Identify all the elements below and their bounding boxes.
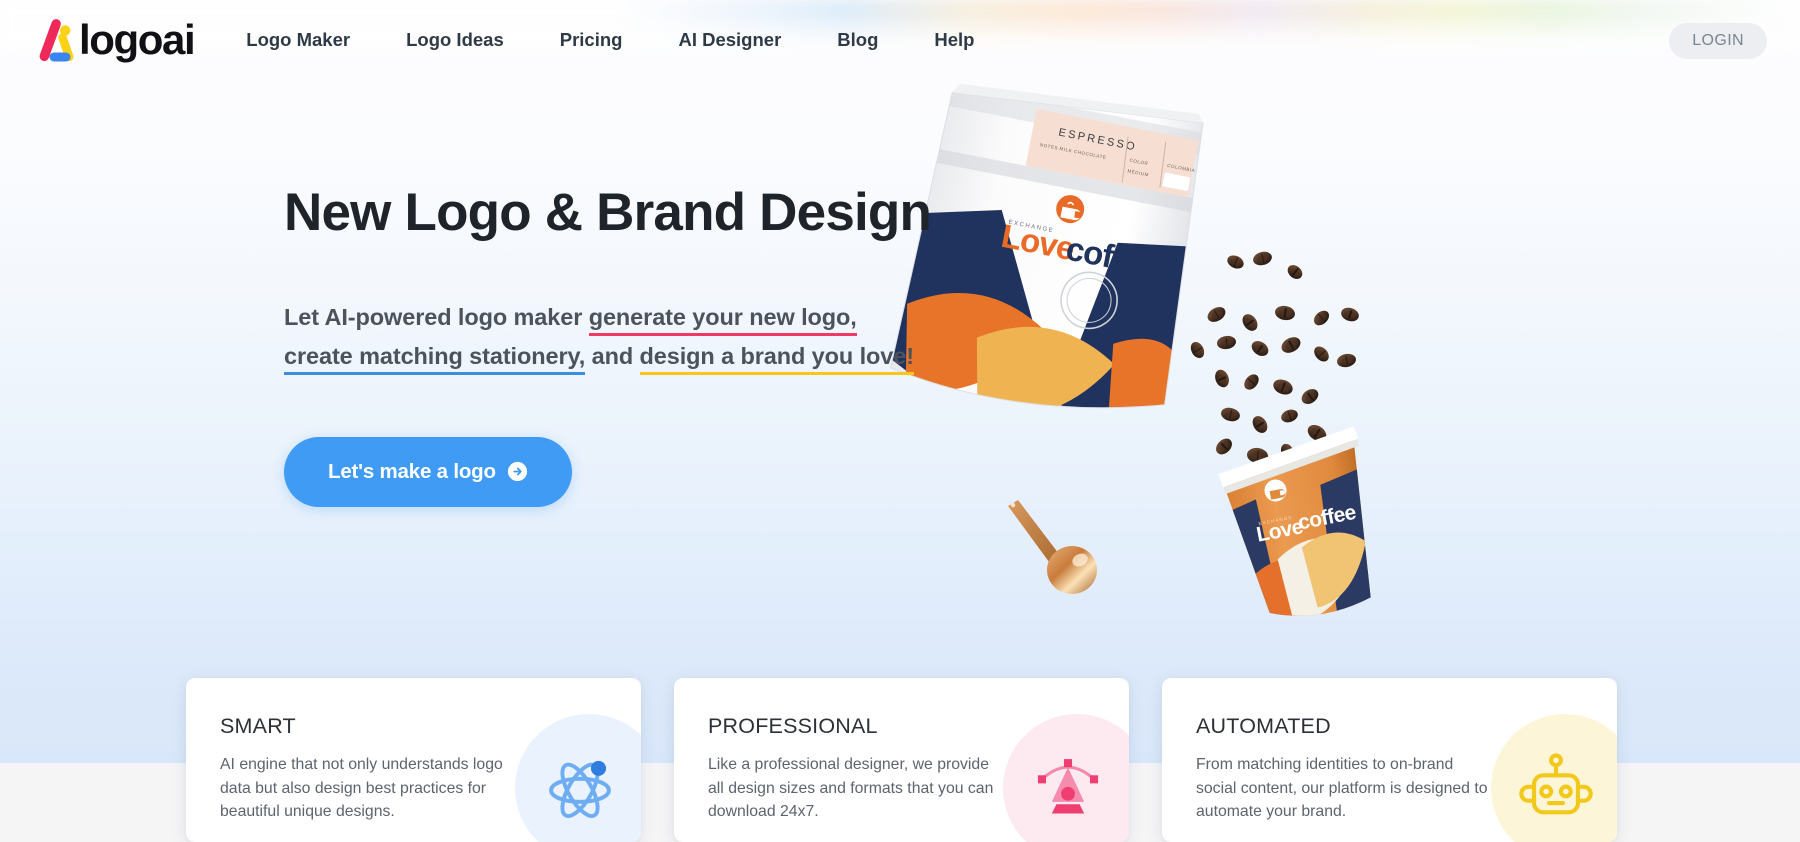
arrow-right-circle-icon (507, 462, 527, 482)
subheadline-highlight-stationery: create matching stationery, (284, 343, 585, 376)
feature-card-body: AI engine that not only understands logo… (220, 756, 503, 821)
nav-help[interactable]: Help (934, 21, 974, 59)
make-logo-button[interactable]: Let's make a logo (284, 436, 572, 507)
brand-wordmark: logoai (79, 16, 196, 63)
pen-tool-icon (1037, 759, 1099, 814)
copper-measuring-spoon-image (1008, 500, 1097, 594)
nav-ai-designer[interactable]: AI Designer (678, 21, 781, 59)
feature-card-title: AUTOMATED (1196, 714, 1331, 738)
feature-cards: SMART AI engine that not only understand… (186, 678, 1618, 842)
make-logo-button-label: Let's make a logo (328, 459, 496, 483)
landing-page: logoai Logo Maker Logo Ideas Pricing AI … (0, 0, 1800, 842)
hero-subheadline: Let AI-powered logo maker generate your … (284, 298, 984, 376)
feature-card-title: PROFESSIONAL (708, 714, 878, 738)
subheadline-highlight-brand: design a brand you love! (639, 343, 914, 376)
nav-logo-ideas[interactable]: Logo Ideas (406, 21, 504, 59)
login-button[interactable]: LOGIN (1669, 23, 1767, 59)
subheadline-plain-text: Let AI-powered logo maker (284, 304, 589, 331)
coffee-cup-image: EXCHANGE Love coffee (1218, 426, 1386, 628)
nav-pricing[interactable]: Pricing (560, 21, 623, 59)
hero-product-artwork: ESPRESSO NOTES MILK CHOCOLATE COLOR MEDI… (888, 70, 1680, 710)
robot-head-icon (1519, 753, 1593, 815)
subheadline-line-2: create matching stationery, and design a… (284, 337, 984, 376)
hero-content: New Logo & Brand Design Let AI-powered l… (284, 183, 984, 507)
main-navigation: Logo Maker Logo Ideas Pricing AI Designe… (246, 21, 1030, 59)
feature-card-professional[interactable]: PROFESSIONAL Like a professional designe… (674, 678, 1129, 842)
feature-card-title: SMART (220, 714, 296, 738)
feature-card-body: From matching identities to on-brand soc… (1196, 756, 1488, 821)
nav-blog[interactable]: Blog (837, 21, 878, 59)
feature-card-smart[interactable]: SMART AI engine that not only understand… (186, 678, 641, 842)
logoai-a-mark-icon (39, 19, 74, 62)
nav-logo-maker[interactable]: Logo Maker (246, 21, 350, 59)
subheadline-highlight-generate: generate your new logo, (588, 304, 857, 337)
feature-card-body: Like a professional designer, we provide… (708, 756, 994, 821)
brand-logo[interactable]: logoai (33, 16, 196, 64)
atom-orbit-icon (549, 760, 611, 818)
site-header: logoai Logo Maker Logo Ideas Pricing AI … (0, 0, 1800, 80)
subheadline-line-1: Let AI-powered logo maker generate your … (284, 298, 984, 337)
page-title: New Logo & Brand Design (284, 183, 932, 242)
feature-card-automated[interactable]: AUTOMATED From matching identities to on… (1162, 678, 1617, 842)
subheadline-connector: and (585, 343, 640, 370)
